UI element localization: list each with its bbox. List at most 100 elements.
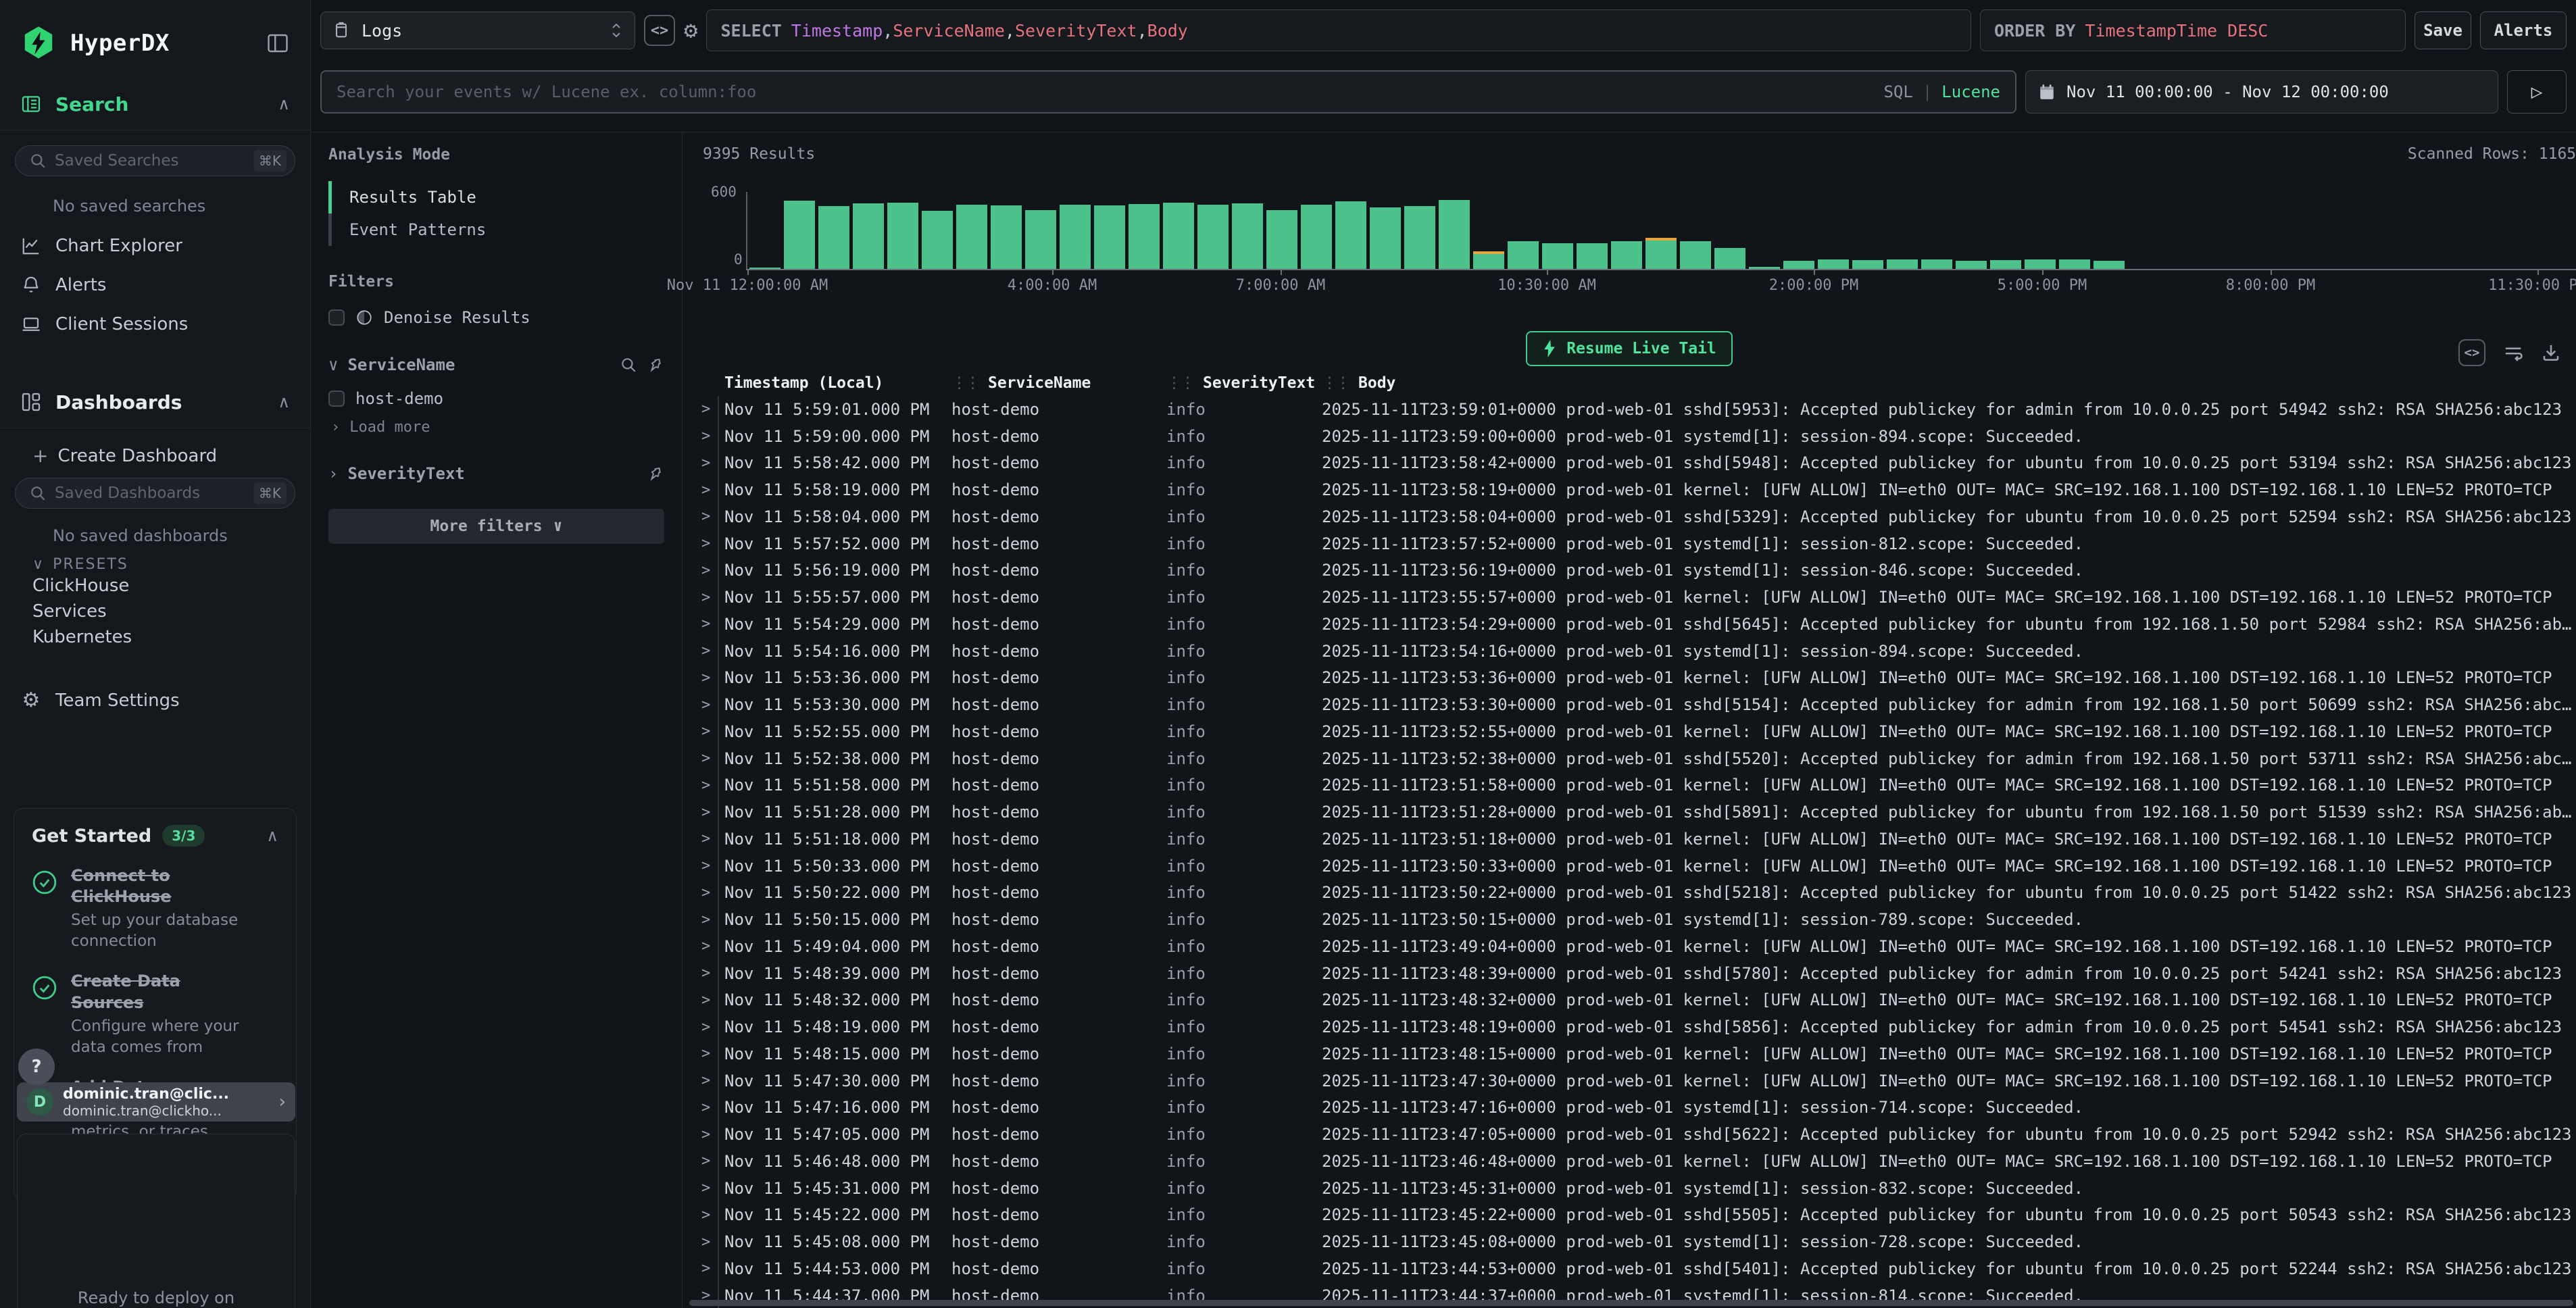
histogram-bar[interactable] bbox=[1094, 205, 1125, 269]
histogram-bar[interactable] bbox=[1956, 261, 1987, 269]
row-expand-chevron-icon[interactable]: > bbox=[683, 960, 724, 987]
table-row[interactable]: >Nov 11 5:50:33.000 PMhost-demoinfo2025-… bbox=[683, 853, 2576, 880]
row-expand-chevron-icon[interactable]: > bbox=[683, 396, 724, 423]
wrap-lines-icon[interactable] bbox=[2503, 343, 2523, 363]
horizontal-scrollbar[interactable] bbox=[689, 1300, 2573, 1306]
histogram-bar[interactable] bbox=[1163, 203, 1194, 269]
create-dashboard-button[interactable]: + Create Dashboard bbox=[0, 445, 310, 467]
table-row[interactable]: >Nov 11 5:54:29.000 PMhost-demoinfo2025-… bbox=[683, 611, 2576, 638]
table-row[interactable]: >Nov 11 5:52:38.000 PMhost-demoinfo2025-… bbox=[683, 745, 2576, 772]
histogram-bar[interactable] bbox=[1266, 210, 1297, 269]
row-expand-chevron-icon[interactable]: > bbox=[683, 1095, 724, 1122]
histogram-bar[interactable] bbox=[1542, 243, 1573, 269]
histogram-bar[interactable] bbox=[1577, 243, 1608, 269]
saved-searches-field[interactable] bbox=[55, 152, 245, 170]
histogram-bar[interactable] bbox=[818, 206, 849, 269]
load-more-button[interactable]: › Load more bbox=[331, 419, 664, 436]
histogram-bar[interactable] bbox=[991, 205, 1022, 269]
column-drag-handle[interactable]: ⋮⋮ bbox=[951, 374, 979, 392]
row-expand-chevron-icon[interactable]: > bbox=[683, 772, 724, 799]
sidebar-item-alerts[interactable]: Alerts bbox=[0, 266, 310, 305]
histogram-bar[interactable] bbox=[1439, 200, 1470, 269]
histogram-bar[interactable] bbox=[1232, 203, 1263, 269]
row-expand-chevron-icon[interactable]: > bbox=[683, 584, 724, 611]
mode-results-table[interactable]: Results Table bbox=[328, 181, 664, 213]
table-row[interactable]: >Nov 11 5:53:30.000 PMhost-demoinfo2025-… bbox=[683, 691, 2576, 718]
table-row[interactable]: >Nov 11 5:48:32.000 PMhost-demoinfo2025-… bbox=[683, 987, 2576, 1014]
histogram-bar[interactable] bbox=[1129, 204, 1160, 269]
row-expand-chevron-icon[interactable]: > bbox=[683, 826, 724, 853]
sql-mode-toggle[interactable]: SQL bbox=[1883, 82, 1912, 101]
presets-toggle[interactable]: ∨ PRESETS bbox=[32, 556, 310, 573]
table-row[interactable]: >Nov 11 5:53:36.000 PMhost-demoinfo2025-… bbox=[683, 665, 2576, 692]
table-row[interactable]: >Nov 11 5:59:01.000 PMhost-demoinfo2025-… bbox=[683, 396, 2576, 423]
table-row[interactable]: >Nov 11 5:59:00.000 PMhost-demoinfo2025-… bbox=[683, 423, 2576, 450]
table-row[interactable]: >Nov 11 5:47:05.000 PMhost-demoinfo2025-… bbox=[683, 1121, 2576, 1148]
event-search-input[interactable]: SQL | Lucene bbox=[320, 70, 2016, 114]
table-row[interactable]: >Nov 11 5:50:15.000 PMhost-demoinfo2025-… bbox=[683, 906, 2576, 933]
histogram-bar[interactable] bbox=[2025, 259, 2056, 269]
more-filters-button[interactable]: More filters ∨ bbox=[328, 509, 664, 544]
col-header-servicename[interactable]: ⋮⋮ServiceName bbox=[951, 374, 1166, 392]
row-expand-chevron-icon[interactable]: > bbox=[683, 450, 724, 477]
sidebar-item-preset-services[interactable]: Services bbox=[0, 599, 310, 624]
severitytext-filter-group[interactable]: › SeverityText bbox=[328, 464, 664, 483]
histogram-bar[interactable] bbox=[1852, 260, 1883, 269]
table-row[interactable]: >Nov 11 5:58:42.000 PMhost-demoinfo2025-… bbox=[683, 450, 2576, 477]
table-row[interactable]: >Nov 11 5:58:04.000 PMhost-demoinfo2025-… bbox=[683, 503, 2576, 530]
host-demo-checkbox[interactable] bbox=[328, 391, 345, 407]
histogram-bar[interactable] bbox=[1749, 267, 1780, 269]
row-expand-chevron-icon[interactable]: > bbox=[683, 745, 724, 772]
histogram-bar[interactable] bbox=[1645, 238, 1677, 269]
table-row[interactable]: >Nov 11 5:47:30.000 PMhost-demoinfo2025-… bbox=[683, 1067, 2576, 1095]
row-expand-chevron-icon[interactable]: > bbox=[683, 1013, 724, 1040]
histogram-bar[interactable] bbox=[887, 203, 918, 269]
col-header-timestamp[interactable]: Timestamp (Local) bbox=[724, 374, 951, 392]
sidebar-item-preset-kubernetes[interactable]: Kubernetes bbox=[0, 624, 310, 650]
row-expand-chevron-icon[interactable]: > bbox=[683, 1067, 724, 1095]
col-header-severitytext[interactable]: ⋮⋮SeverityText bbox=[1166, 374, 1322, 392]
download-icon[interactable] bbox=[2541, 343, 2561, 363]
row-expand-chevron-icon[interactable]: > bbox=[683, 718, 724, 745]
histogram-bar[interactable] bbox=[1025, 210, 1056, 269]
table-row[interactable]: >Nov 11 5:44:53.000 PMhost-demoinfo2025-… bbox=[683, 1255, 2576, 1282]
table-row[interactable]: >Nov 11 5:55:57.000 PMhost-demoinfo2025-… bbox=[683, 584, 2576, 611]
histogram-bar[interactable] bbox=[956, 205, 987, 269]
row-expand-chevron-icon[interactable]: > bbox=[683, 503, 724, 530]
pin-icon[interactable] bbox=[647, 465, 664, 482]
table-row[interactable]: >Nov 11 5:54:16.000 PMhost-demoinfo2025-… bbox=[683, 638, 2576, 665]
row-expand-chevron-icon[interactable]: > bbox=[683, 906, 724, 933]
row-expand-chevron-icon[interactable]: > bbox=[683, 799, 724, 826]
histogram-bar[interactable] bbox=[1611, 241, 1642, 269]
column-drag-handle[interactable]: ⋮⋮ bbox=[1322, 374, 1349, 392]
table-row[interactable]: >Nov 11 5:48:15.000 PMhost-demoinfo2025-… bbox=[683, 1040, 2576, 1067]
col-header-body[interactable]: ⋮⋮Body bbox=[1322, 374, 2576, 392]
table-row[interactable]: >Nov 11 5:51:58.000 PMhost-demoinfo2025-… bbox=[683, 772, 2576, 799]
row-expand-chevron-icon[interactable]: > bbox=[683, 987, 724, 1014]
alerts-button[interactable]: Alerts bbox=[2480, 11, 2567, 49]
pin-icon[interactable] bbox=[647, 356, 664, 374]
histogram-bar[interactable] bbox=[784, 201, 815, 270]
deploy-promo-card[interactable]: Ready to deploy on bbox=[17, 1134, 295, 1308]
row-expand-chevron-icon[interactable]: > bbox=[683, 853, 724, 880]
mode-event-patterns[interactable]: Event Patterns bbox=[328, 213, 664, 246]
histogram-bar[interactable] bbox=[1990, 260, 2021, 269]
row-expand-chevron-icon[interactable]: > bbox=[683, 1175, 724, 1202]
sidebar-item-search[interactable]: Search ∧ bbox=[0, 91, 310, 118]
table-row[interactable]: >Nov 11 5:45:31.000 PMhost-demoinfo2025-… bbox=[683, 1175, 2576, 1202]
row-expand-chevron-icon[interactable]: > bbox=[683, 880, 724, 907]
select-columns-input[interactable]: SELECT Timestamp,ServiceName,SeverityTex… bbox=[706, 9, 1971, 51]
get-started-item[interactable]: Create Data SourcesConfigure where your … bbox=[32, 971, 278, 1057]
histogram-bar[interactable] bbox=[1921, 259, 1952, 269]
row-expand-chevron-icon[interactable]: > bbox=[683, 1121, 724, 1148]
row-expand-chevron-icon[interactable]: > bbox=[683, 1255, 724, 1282]
histogram-bar[interactable] bbox=[1301, 205, 1332, 269]
filter-search-icon[interactable] bbox=[620, 356, 637, 374]
save-button[interactable]: Save bbox=[2414, 11, 2471, 49]
query-settings-gear-icon[interactable]: ⚙ bbox=[684, 19, 697, 42]
chevron-up-icon[interactable]: ∧ bbox=[266, 826, 278, 845]
histogram-bar[interactable] bbox=[1404, 206, 1435, 269]
saved-dashboards-field[interactable] bbox=[55, 484, 245, 502]
service-filter-host-demo[interactable]: host-demo bbox=[328, 389, 664, 408]
histogram-bar[interactable] bbox=[853, 203, 884, 269]
